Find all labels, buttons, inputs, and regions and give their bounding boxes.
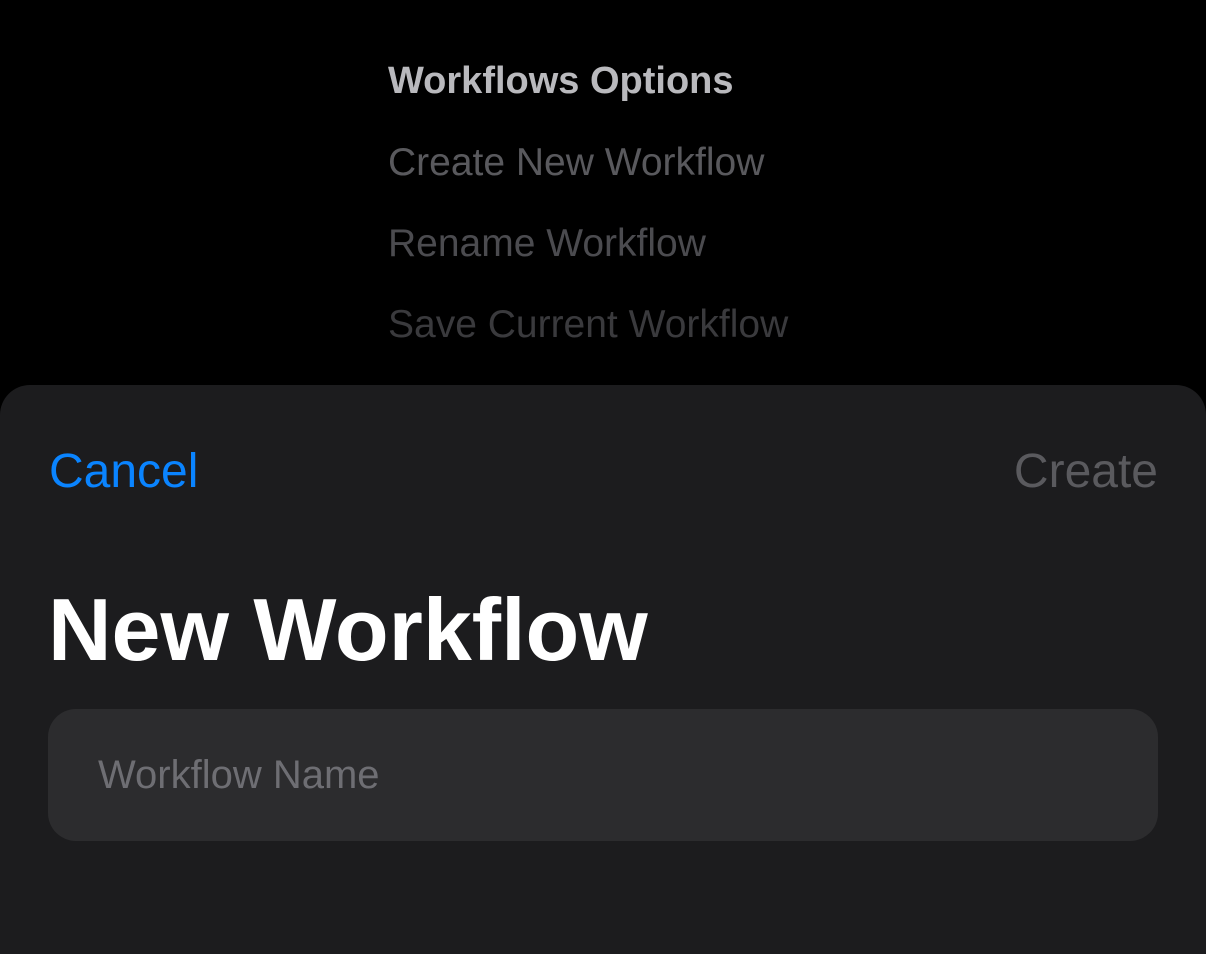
workflow-name-input[interactable] [48,709,1158,841]
menu-item-create-new-workflow[interactable]: Create New Workflow [388,138,764,188]
menu-item-save-current-workflow[interactable]: Save Current Workflow [388,300,788,350]
create-button[interactable]: Create [1014,445,1158,499]
page-title: New Workflow [48,580,648,679]
cancel-button[interactable]: Cancel [49,445,198,499]
workflow-name-field[interactable] [48,709,1158,841]
new-workflow-sheet: Cancel Create New Workflow [0,385,1206,954]
menu-title: Workflows Options [388,60,734,102]
menu-item-rename-workflow[interactable]: Rename Workflow [388,219,706,269]
screen: Workflows Options Create New Workflow Re… [0,0,1206,954]
